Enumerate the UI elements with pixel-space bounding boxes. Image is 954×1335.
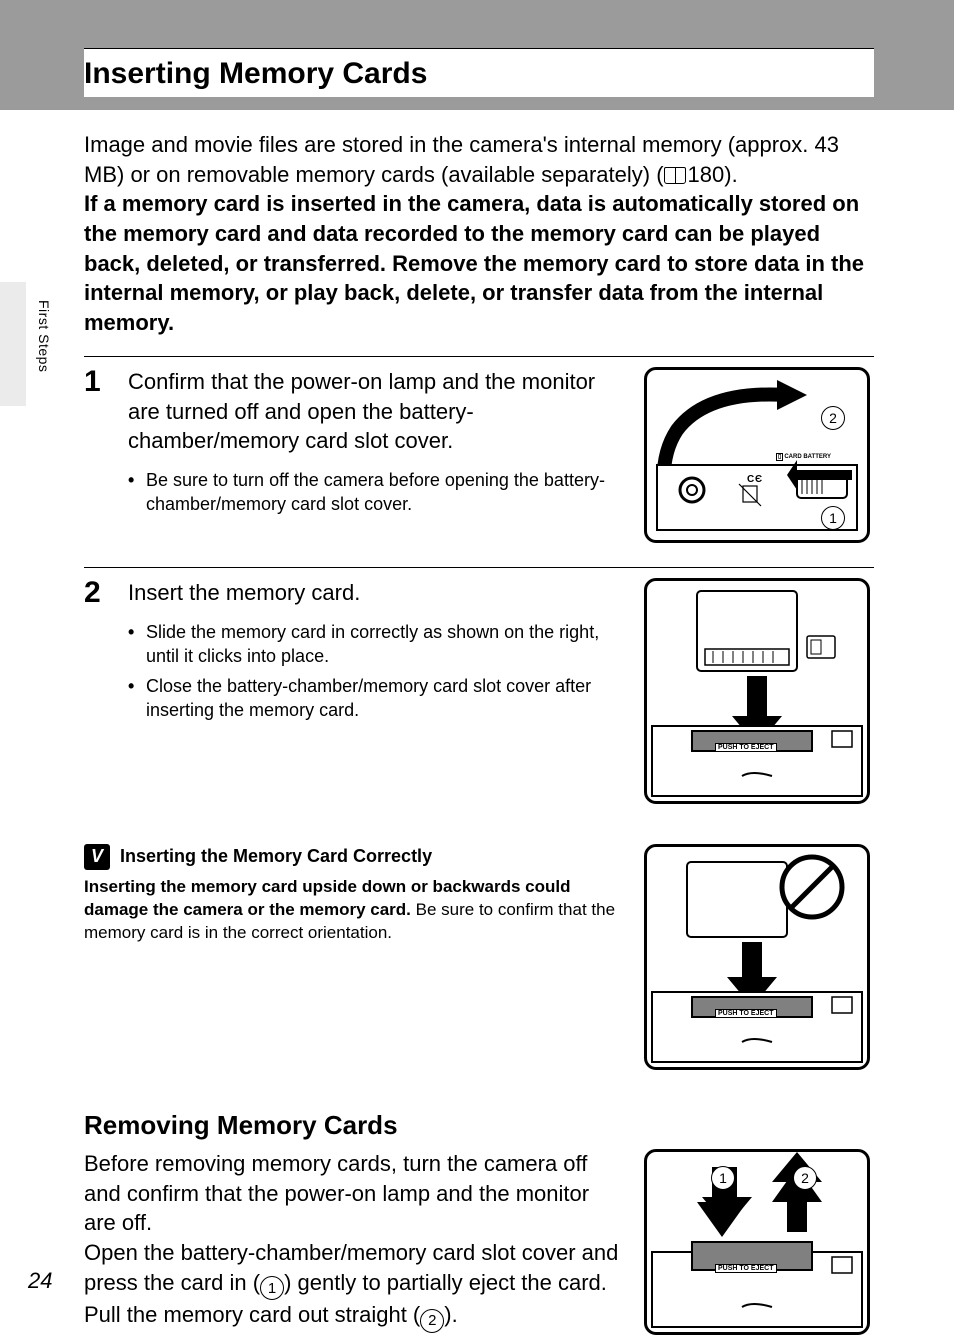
figure-slot: PUSH TO EJECT xyxy=(644,844,874,1070)
note-title: Inserting the Memory Card Correctly xyxy=(120,846,432,867)
step-main: Insert the memory card. xyxy=(128,578,624,608)
removing-block: Before removing memory cards, turn the c… xyxy=(84,1149,874,1335)
note-text: Inserting the memory card upside down or… xyxy=(84,876,624,945)
step-number: 1 xyxy=(84,367,128,543)
step-body: Confirm that the power-on lamp and the m… xyxy=(128,367,624,543)
side-tab xyxy=(0,282,26,406)
note-block: V Inserting the Memory Card Correctly In… xyxy=(84,844,874,1070)
figure-slot: PUSH TO EJECT xyxy=(644,578,874,804)
figure-slot: C Є 2 1 ▯CARD BATTERY xyxy=(644,367,874,543)
removing-p2c: ). xyxy=(444,1302,457,1327)
circled-2-icon: 2 xyxy=(420,1309,444,1333)
title-inset: Inserting Memory Cards xyxy=(84,48,874,97)
removing-p1: Before removing memory cards, turn the c… xyxy=(84,1151,589,1235)
svg-text:C: C xyxy=(747,474,754,485)
callout-1: 1 xyxy=(711,1166,735,1190)
figure-insert-card: PUSH TO EJECT xyxy=(644,578,870,804)
bullet: Close the battery-chamber/memory card sl… xyxy=(128,674,624,723)
note-body: V Inserting the Memory Card Correctly In… xyxy=(84,844,624,1070)
push-to-eject-label: PUSH TO EJECT xyxy=(715,743,777,752)
push-to-eject-label: PUSH TO EJECT xyxy=(715,1264,777,1273)
step-body: Insert the memory card. Slide the memory… xyxy=(128,578,624,804)
step-1: 1 Confirm that the power-on lamp and the… xyxy=(84,356,874,543)
step-2: 2 Insert the memory card. Slide the memo… xyxy=(84,567,874,804)
card-battery-label: ▯CARD BATTERY xyxy=(776,454,831,460)
svg-text:Є: Є xyxy=(755,474,762,485)
callout-1: 1 xyxy=(821,506,845,530)
bullet: Slide the memory card in correctly as sh… xyxy=(128,620,624,669)
callout-2: 2 xyxy=(821,406,845,430)
section-title: Inserting Memory Cards xyxy=(84,57,874,97)
step-bullets: Slide the memory card in correctly as sh… xyxy=(128,620,624,723)
figure-remove-card: 1 2 PUSH TO EJECT xyxy=(644,1149,870,1335)
figure-wrong-orientation: PUSH TO EJECT xyxy=(644,844,870,1070)
figure-slot: 1 2 PUSH TO EJECT xyxy=(644,1149,874,1335)
step-number: 2 xyxy=(84,578,128,804)
callout-2: 2 xyxy=(793,1166,817,1190)
intro-paragraph: Image and movie files are stored in the … xyxy=(84,130,874,338)
step-bullets: Be sure to turn off the camera before op… xyxy=(128,468,624,517)
step-main: Confirm that the power-on lamp and the m… xyxy=(128,367,624,456)
checkmark-v-icon: V xyxy=(84,844,110,870)
page-number: 24 xyxy=(28,1268,52,1294)
book-icon xyxy=(664,167,686,184)
figure-open-cover: C Є 2 1 ▯CARD BATTERY xyxy=(644,367,870,543)
content: Image and movie files are stored in the … xyxy=(84,130,874,1335)
push-to-eject-label: PUSH TO EJECT xyxy=(715,1009,777,1018)
manual-page: Inserting Memory Cards First Steps Image… xyxy=(0,0,954,1314)
removing-title: Removing Memory Cards xyxy=(84,1110,874,1141)
side-tab-label: First Steps xyxy=(36,300,52,372)
intro-bold: If a memory card is inserted in the came… xyxy=(84,191,864,335)
circled-1-icon: 1 xyxy=(260,1276,284,1300)
removing-text: Before removing memory cards, turn the c… xyxy=(84,1149,624,1335)
bullet: Be sure to turn off the camera before op… xyxy=(128,468,624,517)
note-heading: V Inserting the Memory Card Correctly xyxy=(84,844,624,870)
intro-ref: 180). xyxy=(688,162,738,187)
